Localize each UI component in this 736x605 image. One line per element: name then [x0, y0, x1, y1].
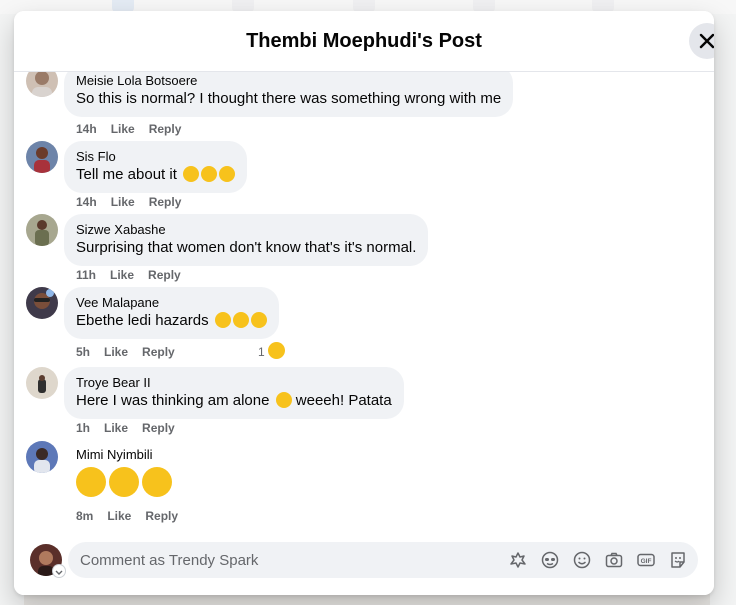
comment-input[interactable]	[80, 550, 480, 570]
loudly-crying-emoji-icon	[214, 312, 231, 328]
unamused-emoji-icon	[201, 166, 218, 182]
comment-actions: 14h Like Reply	[76, 121, 195, 137]
comment-author[interactable]: Sizwe Xabashe	[76, 222, 416, 238]
comment-text-content: Tell me about it	[76, 166, 177, 183]
reaction-count: 1	[258, 345, 265, 359]
comment-time[interactable]: 8m	[76, 509, 93, 523]
comment-composer: GIF	[14, 542, 714, 595]
reaction-summary[interactable]: 1	[258, 342, 285, 361]
like-button[interactable]: Like	[110, 268, 134, 282]
loudly-crying-emoji-icon	[232, 312, 249, 328]
comment-time[interactable]: 5h	[76, 345, 90, 359]
avatar[interactable]	[26, 214, 58, 246]
comment-text: So this is normal? I thought there was s…	[76, 90, 502, 107]
comment-bubble: Meisie Lola Botsoere So this is normal? …	[64, 72, 514, 117]
tears-of-joy-emoji-icon	[109, 467, 139, 497]
smiley-icon[interactable]	[572, 550, 592, 570]
reply-button[interactable]: Reply	[142, 345, 175, 359]
tears-of-joy-emoji-icon	[142, 467, 172, 497]
modal-title: Thembi Moephudi's Post	[246, 30, 482, 52]
reply-button[interactable]: Reply	[142, 421, 175, 435]
comment-text: Tell me about it	[76, 165, 236, 185]
like-button[interactable]: Like	[111, 195, 135, 209]
reply-button[interactable]: Reply	[148, 268, 181, 282]
comment-box: GIF	[68, 542, 698, 578]
comments-list[interactable]: Meisie Lola Botsoere So this is normal? …	[14, 72, 714, 542]
comment-time[interactable]: 14h	[76, 195, 97, 209]
avatar[interactable]	[26, 367, 58, 399]
comment-text-content: Here I was thinking am alone	[76, 392, 270, 409]
comment-actions: 8m Like Reply	[76, 508, 192, 524]
comment-actions: 5h Like Reply	[76, 344, 189, 360]
like-button[interactable]: Like	[104, 345, 128, 359]
comment-author[interactable]: Mimi Nyimbili	[76, 447, 175, 463]
slightly-smiling-emoji-icon	[275, 392, 292, 408]
comment-bubble: Vee Malapane Ebethe ledi hazards	[64, 287, 279, 339]
comment-text-content: Ebethe ledi hazards	[76, 312, 209, 329]
close-icon	[699, 33, 714, 49]
comment-text: Surprising that women don't know that's …	[76, 239, 417, 256]
reply-button[interactable]: Reply	[149, 122, 182, 136]
comment-author[interactable]: Troye Bear II	[76, 375, 392, 391]
comment-body: Mimi Nyimbili	[76, 447, 175, 497]
like-button[interactable]: Like	[111, 122, 135, 136]
comment-emoji-row	[76, 467, 175, 497]
avatar-sticker-icon[interactable]	[508, 550, 528, 570]
comment-bubble: Sizwe Xabashe Surprising that women don'…	[64, 214, 429, 266]
comment-text: Ebethe ledi hazards	[76, 311, 267, 331]
camera-icon[interactable]	[604, 550, 624, 570]
comment-actions: 11h Like Reply	[76, 267, 195, 283]
comment-author[interactable]: Sis Flo	[76, 149, 235, 165]
reply-button[interactable]: Reply	[145, 509, 178, 523]
avatar[interactable]	[26, 441, 58, 473]
profile-switch-icon[interactable]	[52, 564, 66, 578]
comment-author[interactable]: Meisie Lola Botsoere	[76, 73, 501, 89]
modal-header: Thembi Moephudi's Post	[14, 11, 714, 72]
avatar[interactable]	[26, 72, 58, 97]
post-modal: Thembi Moephudi's Post Meisie Lola Botso…	[14, 11, 714, 595]
comment-text-continued: weeeh! Patata	[295, 392, 392, 409]
rolling-eyes-emoji-icon	[183, 166, 200, 182]
laughing-reaction-icon	[267, 342, 285, 359]
svg-text:GIF: GIF	[641, 558, 652, 565]
comment-actions: 14h Like Reply	[76, 194, 195, 210]
comment-time[interactable]: 14h	[76, 122, 97, 136]
like-button[interactable]: Like	[107, 509, 131, 523]
comment-actions: 1h Like Reply	[76, 420, 189, 436]
comment-time[interactable]: 1h	[76, 421, 90, 435]
avatar[interactable]	[26, 141, 58, 173]
close-button[interactable]	[689, 23, 714, 59]
emoji-face-icon[interactable]	[540, 550, 560, 570]
loudly-crying-emoji-icon	[250, 312, 267, 328]
comment-bubble: Sis Flo Tell me about it	[64, 141, 248, 193]
like-button[interactable]: Like	[104, 421, 128, 435]
tears-of-joy-emoji-icon	[76, 467, 106, 497]
comment-text: Here I was thinking am alone weeeh! Pata…	[76, 391, 392, 411]
gif-icon[interactable]: GIF	[636, 550, 656, 570]
reply-button[interactable]: Reply	[149, 195, 182, 209]
sticker-icon[interactable]	[668, 550, 688, 570]
unamused-emoji-icon	[219, 166, 236, 182]
comment-time[interactable]: 11h	[76, 268, 96, 282]
avatar[interactable]	[26, 287, 58, 319]
comment-author[interactable]: Vee Malapane	[76, 295, 267, 311]
comment-bubble: Troye Bear II Here I was thinking am alo…	[64, 367, 404, 419]
